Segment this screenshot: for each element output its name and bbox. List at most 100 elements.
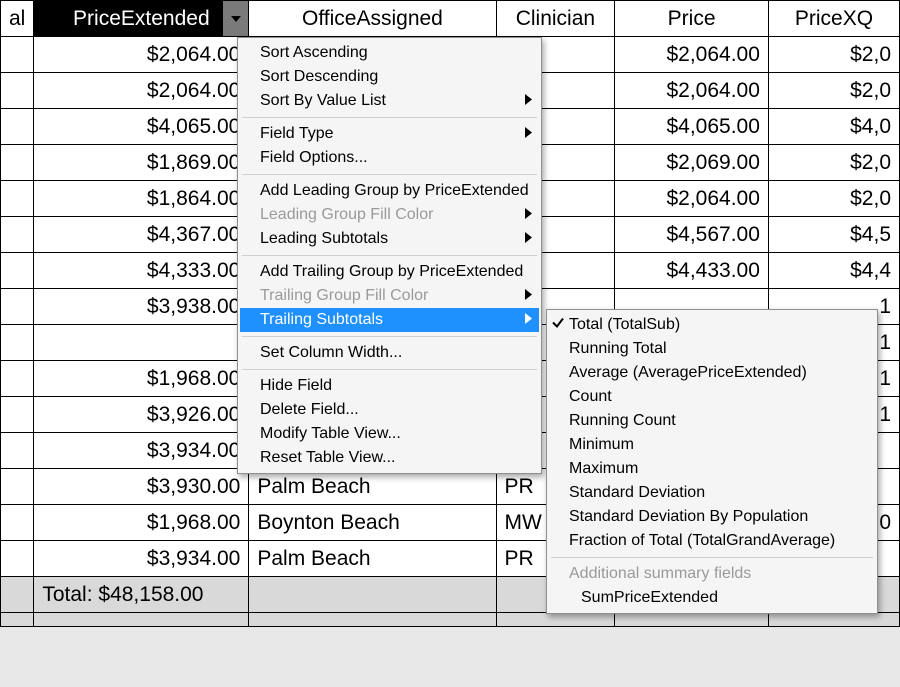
cell-stub[interactable]	[1, 505, 34, 541]
cell-stub[interactable]	[1, 73, 34, 109]
column-dropdown-button[interactable]	[223, 1, 249, 37]
cell-price[interactable]: $4,433.00	[615, 253, 769, 289]
cell-stub[interactable]	[1, 289, 34, 325]
cell-priceextended[interactable]: $1,864.00	[34, 181, 249, 217]
cell-priceextended[interactable]: $1,968.00	[34, 361, 249, 397]
cell-priceextended[interactable]	[34, 325, 249, 361]
menu-item[interactable]: Running Count	[549, 409, 875, 433]
menu-item-label: Delete Field...	[260, 401, 359, 418]
menu-item[interactable]: Count	[549, 385, 875, 409]
cell-priceextended[interactable]: $4,367.00	[34, 217, 249, 253]
menu-item[interactable]: Total (TotalSub)	[549, 313, 875, 337]
cell-pricexq[interactable]: $4,4	[768, 253, 899, 289]
menu-item-label: Trailing Subtotals	[260, 311, 383, 328]
menu-item[interactable]: Standard Deviation By Population	[549, 505, 875, 529]
cell-stub[interactable]	[1, 433, 34, 469]
menu-item-label: Maximum	[569, 460, 638, 477]
cell-stub[interactable]	[1, 37, 34, 73]
col-header-officeassigned[interactable]: OfficeAssigned	[249, 1, 496, 37]
trailing-subtotals-submenu[interactable]: Total (TotalSub)Running TotalAverage (Av…	[546, 309, 878, 614]
cell-officeassigned[interactable]: Boynton Beach	[249, 505, 496, 541]
cell-priceextended[interactable]: $1,869.00	[34, 145, 249, 181]
cell-stub[interactable]	[1, 217, 34, 253]
cell-price[interactable]: $2,064.00	[615, 181, 769, 217]
menu-item: Leading Group Fill Color	[240, 203, 539, 227]
menu-item-label: Standard Deviation	[569, 484, 705, 501]
cell-priceextended[interactable]: $3,934.00	[34, 433, 249, 469]
menu-item[interactable]: Add Trailing Group by PriceExtended	[240, 260, 539, 284]
cell-stub[interactable]	[1, 145, 34, 181]
cell-officeassigned[interactable]: Palm Beach	[249, 541, 496, 577]
menu-item[interactable]: Delete Field...	[240, 398, 539, 422]
menu-item[interactable]: Standard Deviation	[549, 481, 875, 505]
cell-price[interactable]: $2,064.00	[615, 37, 769, 73]
menu-separator	[242, 336, 537, 337]
col-header-pricexq[interactable]: PriceXQ	[768, 1, 899, 37]
menu-item[interactable]: Sort Descending	[240, 65, 539, 89]
menu-item[interactable]: Average (AveragePriceExtended)	[549, 361, 875, 385]
cell-priceextended[interactable]: $3,930.00	[34, 469, 249, 505]
cell-priceextended[interactable]: $2,064.00	[34, 73, 249, 109]
menu-item[interactable]: Sort By Value List	[240, 89, 539, 113]
menu-item-label: Sort Ascending	[260, 44, 368, 61]
cell-price[interactable]: $4,567.00	[615, 217, 769, 253]
submenu-arrow-icon	[524, 92, 533, 110]
cell-priceextended[interactable]: $1,968.00	[34, 505, 249, 541]
cell-stub[interactable]	[1, 541, 34, 577]
menu-item[interactable]: SumPriceExtended	[549, 586, 875, 610]
cell-priceextended[interactable]: $3,926.00	[34, 397, 249, 433]
submenu-arrow-icon	[524, 206, 533, 224]
menu-item-label: Running Count	[569, 412, 676, 429]
cell-pricexq[interactable]: $2,0	[768, 73, 899, 109]
cell-pricexq[interactable]: $4,0	[768, 109, 899, 145]
col-header-price[interactable]: Price	[615, 1, 769, 37]
menu-item-label: Field Options...	[260, 149, 368, 166]
menu-item[interactable]: Maximum	[549, 457, 875, 481]
cell-stub[interactable]	[1, 253, 34, 289]
cell-stub[interactable]	[1, 397, 34, 433]
cell-price[interactable]: $4,065.00	[615, 109, 769, 145]
menu-item[interactable]: Sort Ascending	[240, 41, 539, 65]
cell-price[interactable]: $2,069.00	[615, 145, 769, 181]
cell-priceextended[interactable]: $2,064.00	[34, 37, 249, 73]
menu-item-label: Sort Descending	[260, 68, 378, 85]
cell-pricexq[interactable]: $2,0	[768, 145, 899, 181]
menu-item[interactable]: Fraction of Total (TotalGrandAverage)	[549, 529, 875, 553]
cell-price[interactable]: $2,064.00	[615, 73, 769, 109]
cell-pricexq[interactable]: $4,5	[768, 217, 899, 253]
submenu-arrow-icon	[524, 287, 533, 305]
menu-item[interactable]: Hide Field	[240, 374, 539, 398]
cell-stub	[1, 577, 34, 613]
menu-item[interactable]: Reset Table View...	[240, 446, 539, 470]
column-context-menu[interactable]: Sort Ascending Sort Descending Sort By Val…	[237, 37, 542, 474]
total-label: Total: $48,158.00	[34, 577, 249, 613]
menu-item[interactable]: Minimum	[549, 433, 875, 457]
cell-priceextended[interactable]: $3,934.00	[34, 541, 249, 577]
cell-priceextended[interactable]: $4,065.00	[34, 109, 249, 145]
menu-item[interactable]: Leading Subtotals	[240, 227, 539, 251]
menu-item-label: Leading Subtotals	[260, 230, 388, 247]
col-header-clinician[interactable]: Clinician	[496, 1, 615, 37]
cell-priceextended[interactable]: $3,938.00	[34, 289, 249, 325]
cell-stub[interactable]	[1, 109, 34, 145]
menu-item[interactable]: Modify Table View...	[240, 422, 539, 446]
menu-item[interactable]: Trailing Subtotals	[240, 308, 539, 332]
cell-stub[interactable]	[1, 181, 34, 217]
cell-pricexq[interactable]: $2,0	[768, 37, 899, 73]
cell-stub[interactable]	[1, 325, 34, 361]
menu-item-label: Leading Group Fill Color	[260, 206, 433, 223]
col-header-priceextended[interactable]: PriceExtended	[34, 1, 249, 37]
col-header-stub[interactable]: al	[1, 1, 34, 37]
menu-item[interactable]: Set Column Width...	[240, 341, 539, 365]
menu-item[interactable]: Add Leading Group by PriceExtended	[240, 179, 539, 203]
menu-item-label: Set Column Width...	[260, 344, 402, 361]
cell-stub[interactable]	[1, 469, 34, 505]
check-icon	[551, 316, 565, 335]
menu-item[interactable]: Field Type	[240, 122, 539, 146]
menu-item[interactable]: Running Total	[549, 337, 875, 361]
col-header-label: PriceExtended	[73, 7, 210, 30]
cell-priceextended[interactable]: $4,333.00	[34, 253, 249, 289]
cell-pricexq[interactable]: $2,0	[768, 181, 899, 217]
menu-item[interactable]: Field Options...	[240, 146, 539, 170]
cell-stub[interactable]	[1, 361, 34, 397]
